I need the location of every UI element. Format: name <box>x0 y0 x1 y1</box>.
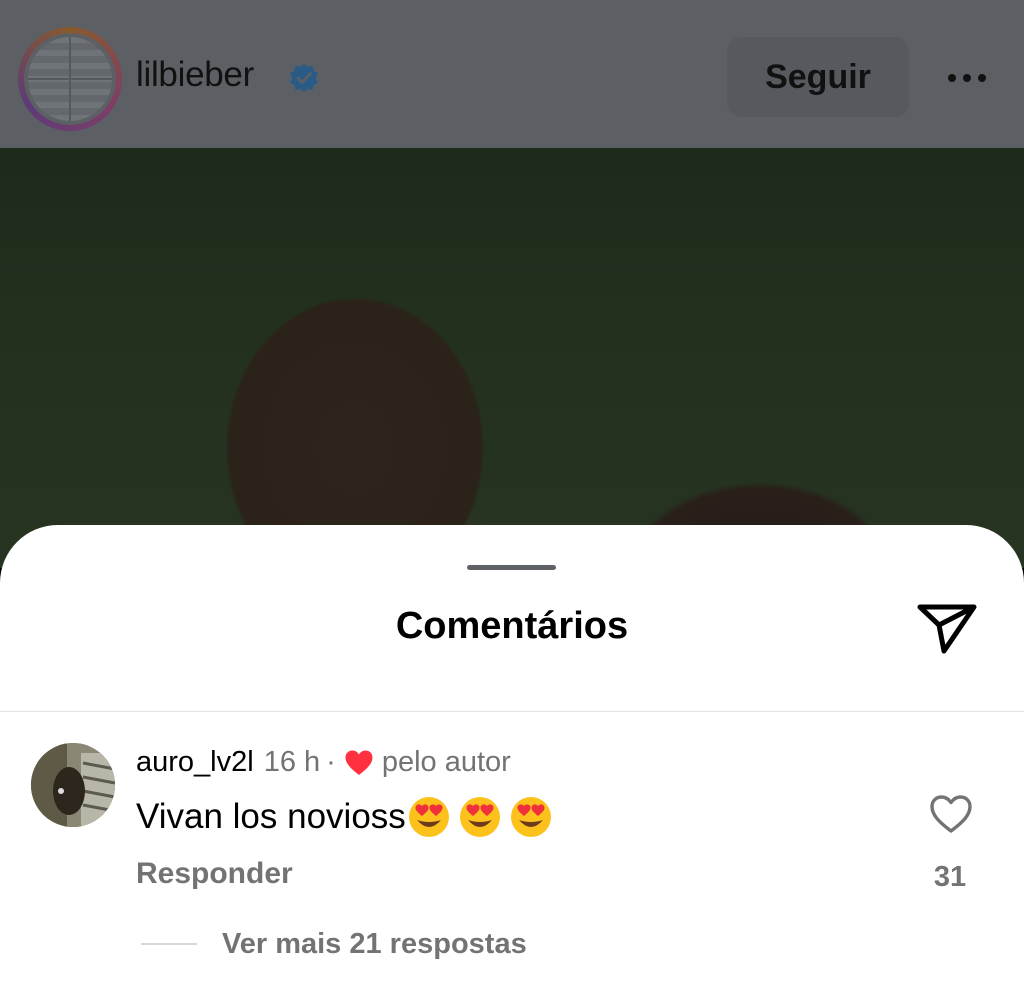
verified-badge-icon <box>290 63 318 93</box>
meta-separator: · <box>326 746 336 778</box>
post-header: lilbieber Seguir <box>0 0 1024 148</box>
view-more-replies-button[interactable]: Ver mais 21 respostas <box>222 928 527 961</box>
more-options-icon[interactable] <box>940 56 994 100</box>
like-count: 31 <box>933 861 967 893</box>
screen: lilbieber Seguir Comentários auro_lv2l 1… <box>0 0 1024 1005</box>
replies-line <box>141 943 197 945</box>
reply-button[interactable]: Responder <box>136 857 293 891</box>
heart-eyes-emoji-icon <box>510 797 551 837</box>
comment-text: Vivan los novioss <box>136 797 406 836</box>
divider <box>0 711 1024 712</box>
post-username[interactable]: lilbieber <box>136 55 254 95</box>
heart-filled-icon <box>345 750 373 775</box>
profile-avatar-image <box>28 37 112 121</box>
commenter-avatar-image <box>31 743 115 827</box>
follow-button[interactable]: Seguir <box>727 37 909 117</box>
post-photo <box>0 148 1024 568</box>
comment-text-row: Vivan los novioss <box>136 795 553 839</box>
send-icon[interactable] <box>914 601 980 657</box>
sheet-grabber[interactable] <box>467 565 556 570</box>
heart-eyes-emoji-icon <box>408 797 449 837</box>
comment-meta: auro_lv2l 16 h · pelo autor <box>136 746 511 779</box>
profile-avatar[interactable] <box>18 27 122 131</box>
liked-by-author-label: pelo autor <box>381 746 511 778</box>
comment-username[interactable]: auro_lv2l <box>136 746 254 779</box>
heart-outline-icon[interactable] <box>928 793 974 835</box>
comment-time: 16 h <box>263 746 321 778</box>
heart-eyes-emoji-icon <box>459 797 500 837</box>
commenter-avatar[interactable] <box>31 743 115 827</box>
sheet-title: Comentários <box>395 605 629 647</box>
comments-sheet: Comentários auro_lv2l 16 h · pelo autor <box>0 525 1024 1005</box>
